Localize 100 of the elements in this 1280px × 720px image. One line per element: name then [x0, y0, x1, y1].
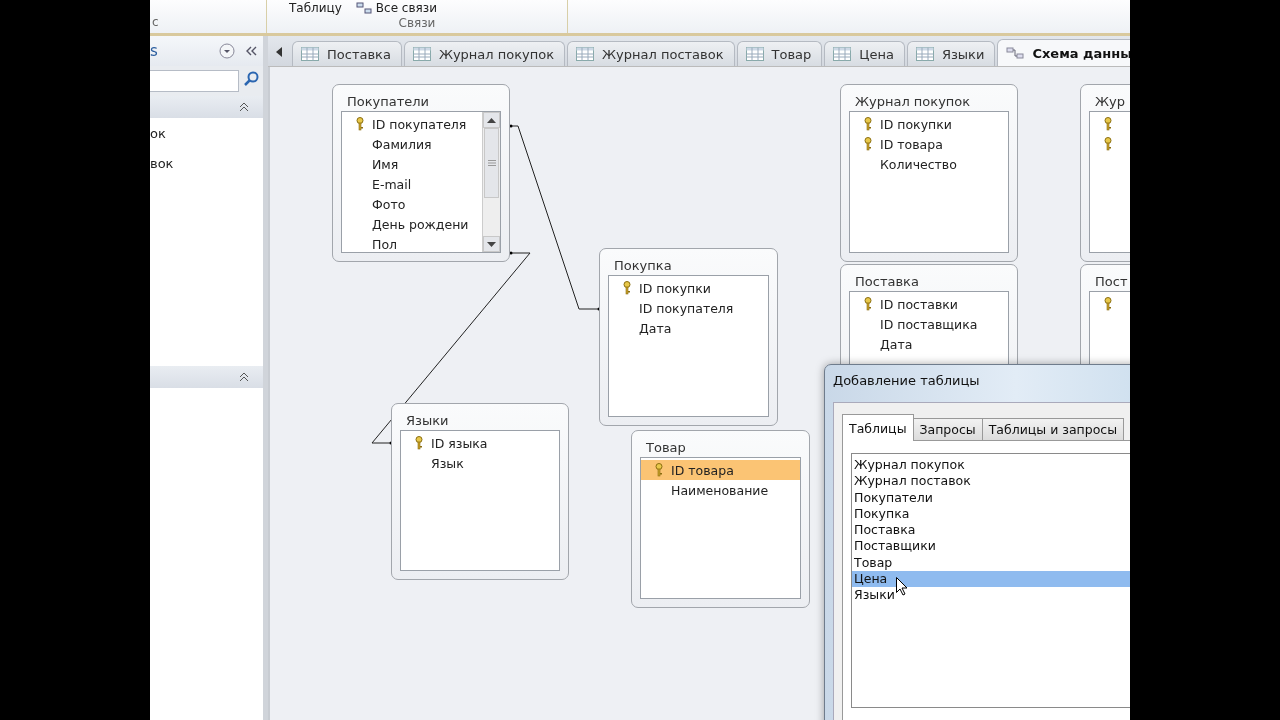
list-item[interactable]: Поставка — [852, 522, 1130, 539]
document-tab[interactable]: Журнал покупок — [403, 41, 566, 66]
table-icon — [301, 47, 319, 61]
field-name[interactable]: ID товара — [880, 136, 943, 152]
ribbon-button[interactable]: Таблицу — [289, 1, 342, 15]
key-icon — [1104, 117, 1112, 131]
field-name[interactable]: ID покупателя — [372, 116, 467, 132]
table-title[interactable]: Пост — [1081, 265, 1130, 291]
ribbon-group-label: с — [152, 15, 159, 29]
field-row[interactable]: Дата — [850, 334, 1008, 354]
field-name[interactable]: ID покупки — [880, 116, 952, 132]
field-name[interactable]: Дата — [880, 336, 913, 352]
collapse-section-icon[interactable] — [239, 372, 249, 382]
field-name[interactable]: ID товара — [671, 462, 734, 478]
collapse-icon[interactable] — [245, 46, 257, 56]
field-name[interactable]: Имя — [372, 156, 399, 172]
selected-field-row[interactable]: ID товара — [641, 460, 800, 480]
dialog-tab[interactable]: Таблицы — [842, 414, 914, 441]
field-row[interactable]: Наименование — [641, 480, 800, 500]
list-item[interactable]: Поставщики — [852, 538, 1130, 555]
key-icon — [623, 281, 631, 295]
table-icon — [412, 47, 431, 61]
table-title[interactable]: Покупка — [600, 249, 777, 275]
field-row[interactable]: Имя — [342, 154, 482, 174]
field-row[interactable]: E-mail — [342, 174, 482, 194]
nav-item[interactable]: ок — [150, 125, 166, 141]
table-title[interactable]: Языки — [392, 404, 568, 430]
key-icon — [1104, 297, 1112, 311]
list-item[interactable]: Языки — [852, 587, 1130, 604]
ribbon-button[interactable]: Все связи — [355, 1, 437, 15]
up-arrow-icon[interactable] — [487, 117, 496, 123]
relationships-icon — [1006, 46, 1025, 60]
ribbon-group-label: Связи — [397, 16, 437, 32]
field-row[interactable]: ID покупателя — [342, 114, 482, 134]
scroll-left-icon[interactable] — [276, 46, 282, 57]
key-icon — [864, 137, 872, 151]
table-title[interactable]: Поставка — [841, 265, 1017, 291]
table-title[interactable]: Товар — [632, 431, 809, 457]
field-name[interactable]: День рождени — [372, 216, 469, 232]
search-icon[interactable] — [243, 71, 259, 87]
field-row[interactable]: ID покупки — [850, 114, 1008, 134]
field-name[interactable]: Количество — [880, 156, 957, 172]
field-row[interactable]: Пол — [342, 234, 482, 252]
document-tab[interactable]: Журнал поставок — [567, 41, 735, 66]
document-tab[interactable]: Товар — [736, 41, 823, 66]
field-name[interactable]: Язык — [431, 455, 464, 471]
field-name[interactable]: ID поставки — [880, 296, 958, 312]
table-icon — [576, 47, 595, 61]
table-icon — [745, 47, 764, 61]
list-item[interactable]: Журнал покупок — [852, 457, 1130, 474]
table-title[interactable]: Журнал покупок — [841, 85, 1017, 111]
field-name[interactable]: ID покупки — [639, 280, 711, 296]
document-tab[interactable]: Цена — [824, 41, 905, 66]
field-name[interactable]: ID покупателя — [639, 300, 734, 316]
collapse-section-icon[interactable] — [239, 102, 249, 112]
table-icon — [833, 47, 852, 61]
pane-title: s — [150, 42, 158, 60]
field-row[interactable]: ID покупателя — [609, 298, 768, 318]
document-tab[interactable]: Поставка — [292, 41, 402, 66]
key-icon — [1104, 137, 1112, 151]
field-row[interactable]: Дата — [609, 318, 768, 338]
field-name[interactable]: ID поставщика — [880, 316, 978, 332]
list-item[interactable]: Товар — [852, 554, 1130, 572]
mouse-pointer-icon — [896, 577, 908, 597]
field-row[interactable]: Язык — [401, 453, 559, 473]
field-name[interactable]: Фото — [372, 196, 406, 212]
field-row[interactable]: Фамилия — [342, 134, 482, 154]
field-row[interactable]: ID языка — [401, 433, 559, 453]
dropdown-icon[interactable] — [219, 43, 235, 59]
relationships-icon — [355, 2, 372, 14]
list-item[interactable]: Покупка — [852, 505, 1130, 523]
field-name[interactable]: Пол — [372, 236, 398, 252]
field-row[interactable]: Количество — [850, 154, 1008, 174]
key-icon — [356, 117, 364, 131]
dialog-title: Добавление таблицы — [832, 372, 981, 390]
list-item[interactable]: Журнал поставок — [852, 473, 1130, 490]
dialog-tab[interactable]: Запросы — [912, 418, 983, 440]
field-row[interactable]: ID поставщика — [850, 314, 1008, 334]
field-row[interactable]: ID товара — [850, 134, 1008, 154]
field-row[interactable]: День рождени — [342, 214, 482, 234]
down-arrow-icon[interactable] — [487, 241, 496, 247]
list-item[interactable]: Покупатели — [852, 489, 1130, 506]
field-row[interactable]: ID покупки — [609, 278, 768, 298]
table-title[interactable]: Жур — [1081, 85, 1130, 111]
nav-item[interactable]: вок — [150, 155, 174, 171]
field-row[interactable]: Фото — [342, 194, 482, 214]
search-field[interactable] — [150, 70, 239, 92]
table-title[interactable]: Покупатели — [333, 85, 509, 111]
field-row[interactable]: ID поставки — [850, 294, 1008, 314]
key-icon — [864, 117, 872, 131]
document-tab[interactable]: Языки — [906, 41, 996, 66]
dialog-tab[interactable]: Таблицы и запросы — [981, 418, 1125, 440]
grip-icon — [487, 160, 496, 166]
field-name[interactable]: ID языка — [431, 435, 488, 451]
field-name[interactable]: Дата — [639, 320, 672, 336]
field-name[interactable]: Фамилия — [372, 136, 432, 152]
field-name[interactable]: E-mail — [372, 176, 412, 192]
scrollbar[interactable] — [482, 112, 500, 252]
key-icon — [655, 463, 663, 477]
field-name[interactable]: Наименование — [671, 482, 769, 498]
